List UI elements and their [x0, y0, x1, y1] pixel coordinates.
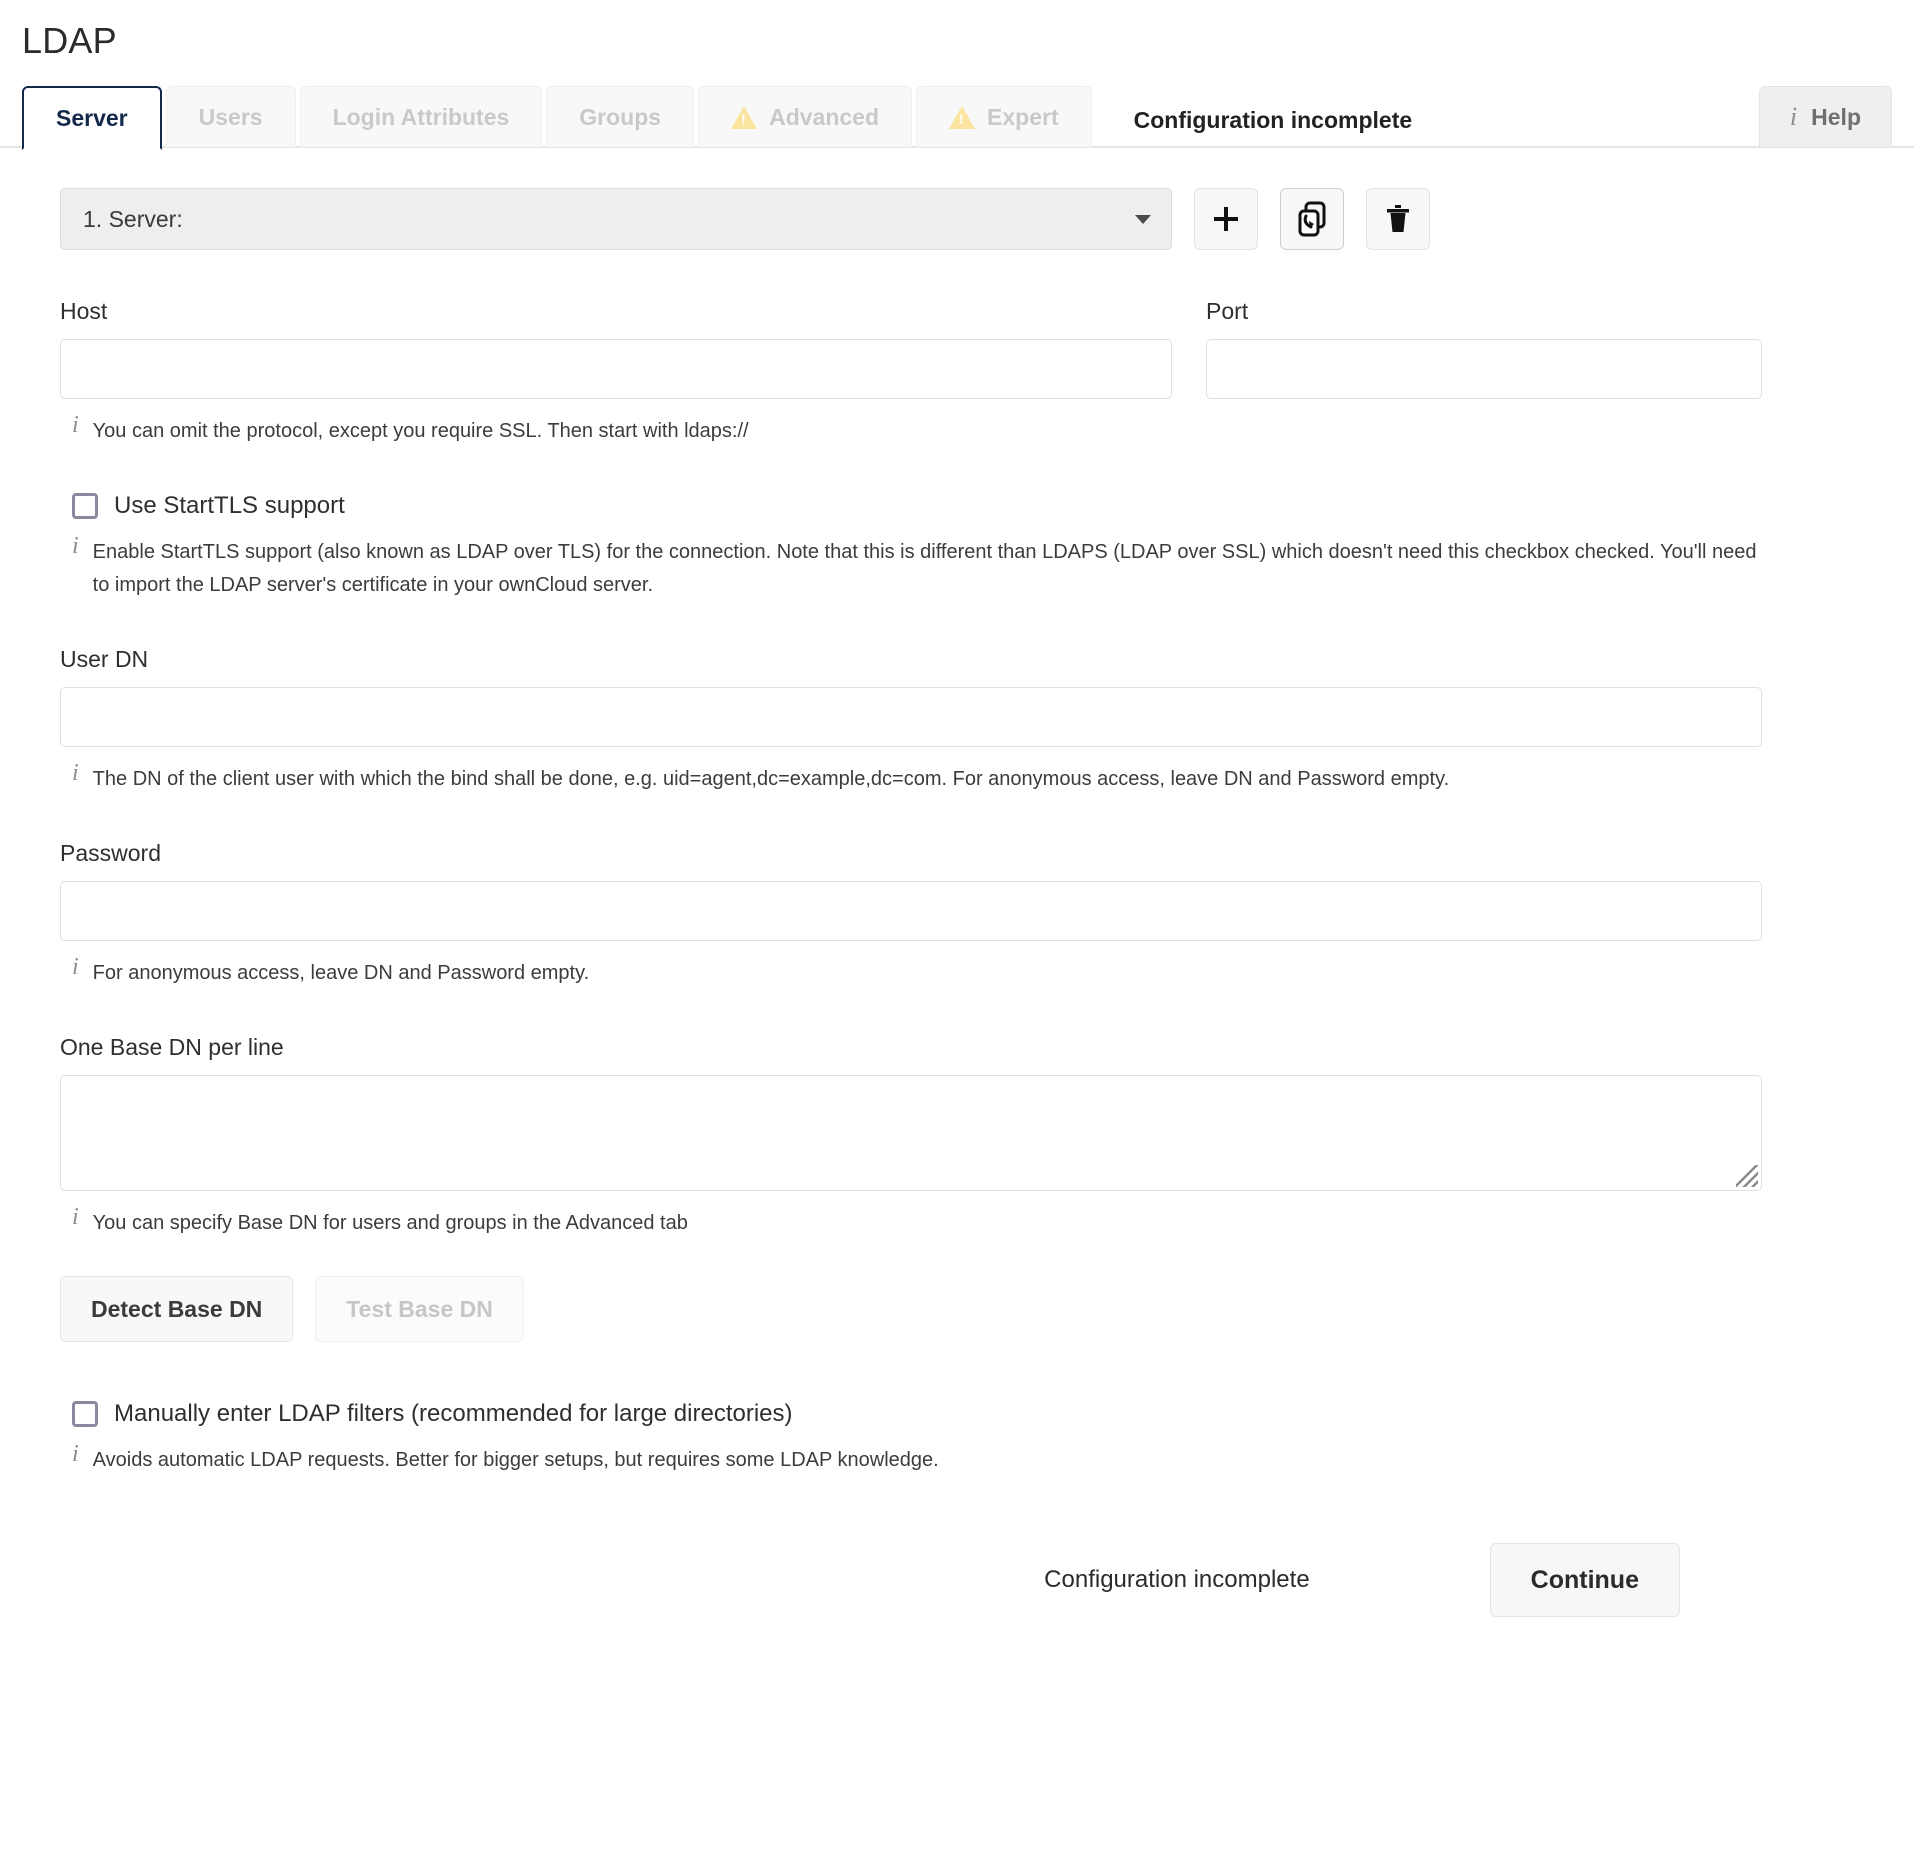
password-label: Password — [60, 840, 1792, 867]
tab-label: Help — [1811, 104, 1861, 131]
tab-label: Expert — [987, 104, 1059, 131]
starttls-checkbox-row[interactable]: Use StartTLS support — [72, 492, 1792, 520]
starttls-label[interactable]: Use StartTLS support — [114, 492, 345, 520]
base-dn-hint: i You can specify Base DN for users and … — [72, 1207, 1762, 1240]
host-port-block: Host Port i You can omit the protocol, e… — [60, 298, 1792, 448]
hint-text: Enable StartTLS support (also known as L… — [93, 536, 1762, 602]
server-select-value: 1. Server: — [83, 206, 183, 233]
info-icon: i — [72, 1442, 79, 1466]
tab-label: Groups — [579, 104, 661, 131]
info-icon: i — [72, 761, 79, 785]
manual-filters-block: Manually enter LDAP filters (recommended… — [60, 1400, 1792, 1477]
info-icon: i — [72, 1205, 79, 1229]
base-dn-label: One Base DN per line — [60, 1034, 1792, 1061]
manual-filters-hint: i Avoids automatic LDAP requests. Better… — [72, 1444, 1762, 1477]
tab-server[interactable]: Server — [22, 86, 162, 150]
tab-label: Advanced — [769, 104, 879, 131]
server-select[interactable]: 1. Server: — [60, 188, 1172, 250]
hint-text: The DN of the client user with which the… — [93, 763, 1449, 796]
starttls-block: Use StartTLS support i Enable StartTLS s… — [60, 492, 1792, 602]
user-dn-hint: i The DN of the client user with which t… — [72, 763, 1762, 796]
host-label: Host — [60, 298, 1172, 325]
port-input[interactable] — [1206, 339, 1762, 399]
password-hint: i For anonymous access, leave DN and Pas… — [72, 957, 1762, 990]
plus-icon — [1211, 204, 1241, 234]
host-hint: i You can omit the protocol, except you … — [72, 415, 1762, 448]
header-status-text: Configuration incomplete — [1096, 107, 1451, 148]
warning-triangle-icon — [949, 106, 975, 129]
starttls-checkbox[interactable] — [72, 493, 98, 519]
hint-text: You can omit the protocol, except you re… — [93, 415, 749, 448]
info-icon: i — [72, 955, 79, 979]
host-port-inputs — [60, 339, 1792, 399]
user-dn-block: User DN i The DN of the client user with… — [60, 646, 1792, 796]
manual-filters-checkbox-row[interactable]: Manually enter LDAP filters (recommended… — [72, 1400, 1792, 1428]
tab-groups[interactable]: Groups — [546, 86, 694, 148]
server-selector-row: 1. Server: — [60, 188, 1792, 250]
tab-label: Users — [199, 104, 263, 131]
host-port-labels: Host Port — [60, 298, 1792, 339]
add-server-button[interactable] — [1194, 188, 1258, 250]
info-icon: i — [72, 413, 79, 437]
footer-status-text: Configuration incomplete — [1044, 1566, 1310, 1594]
tab-login-attributes[interactable]: Login Attributes — [300, 86, 543, 148]
base-dn-textarea[interactable] — [60, 1075, 1762, 1191]
chevron-down-icon — [1135, 215, 1151, 224]
hint-text: For anonymous access, leave DN and Passw… — [93, 957, 590, 990]
tab-help[interactable]: i Help — [1759, 86, 1892, 148]
base-dn-buttons: Detect Base DN Test Base DN — [60, 1276, 1792, 1342]
host-input[interactable] — [60, 339, 1172, 399]
port-label: Port — [1206, 298, 1762, 325]
base-dn-textarea-wrap — [60, 1075, 1762, 1191]
page-title: LDAP — [22, 20, 1914, 62]
hint-text: Avoids automatic LDAP requests. Better f… — [93, 1444, 939, 1477]
tab-advanced[interactable]: Advanced — [698, 86, 912, 148]
base-dn-block: One Base DN per line i You can specify B… — [60, 1034, 1792, 1342]
copy-icon — [1294, 201, 1330, 237]
ldap-server-form: 1. Server: — [0, 148, 1792, 1617]
test-base-dn-button[interactable]: Test Base DN — [315, 1276, 524, 1342]
manual-filters-checkbox[interactable] — [72, 1401, 98, 1427]
warning-triangle-icon — [731, 106, 757, 129]
continue-button[interactable]: Continue — [1490, 1543, 1680, 1617]
detect-base-dn-button[interactable]: Detect Base DN — [60, 1276, 293, 1342]
info-icon: i — [72, 534, 79, 558]
copy-server-button[interactable] — [1280, 188, 1344, 250]
tab-bar: Server Users Login Attributes Groups Adv… — [0, 84, 1914, 148]
trash-icon — [1384, 204, 1412, 234]
manual-filters-label[interactable]: Manually enter LDAP filters (recommended… — [114, 1400, 793, 1428]
password-input[interactable] — [60, 881, 1762, 941]
info-icon: i — [1790, 104, 1797, 130]
tab-users[interactable]: Users — [166, 86, 296, 148]
starttls-hint: i Enable StartTLS support (also known as… — [72, 536, 1762, 602]
tab-expert[interactable]: Expert — [916, 86, 1092, 148]
user-dn-input[interactable] — [60, 687, 1762, 747]
delete-server-button[interactable] — [1366, 188, 1430, 250]
password-block: Password i For anonymous access, leave D… — [60, 840, 1792, 990]
hint-text: You can specify Base DN for users and gr… — [93, 1207, 688, 1240]
tab-label: Login Attributes — [333, 104, 510, 131]
form-footer: Configuration incomplete Continue — [60, 1543, 1792, 1617]
user-dn-label: User DN — [60, 646, 1792, 673]
tab-label: Server — [56, 105, 128, 132]
